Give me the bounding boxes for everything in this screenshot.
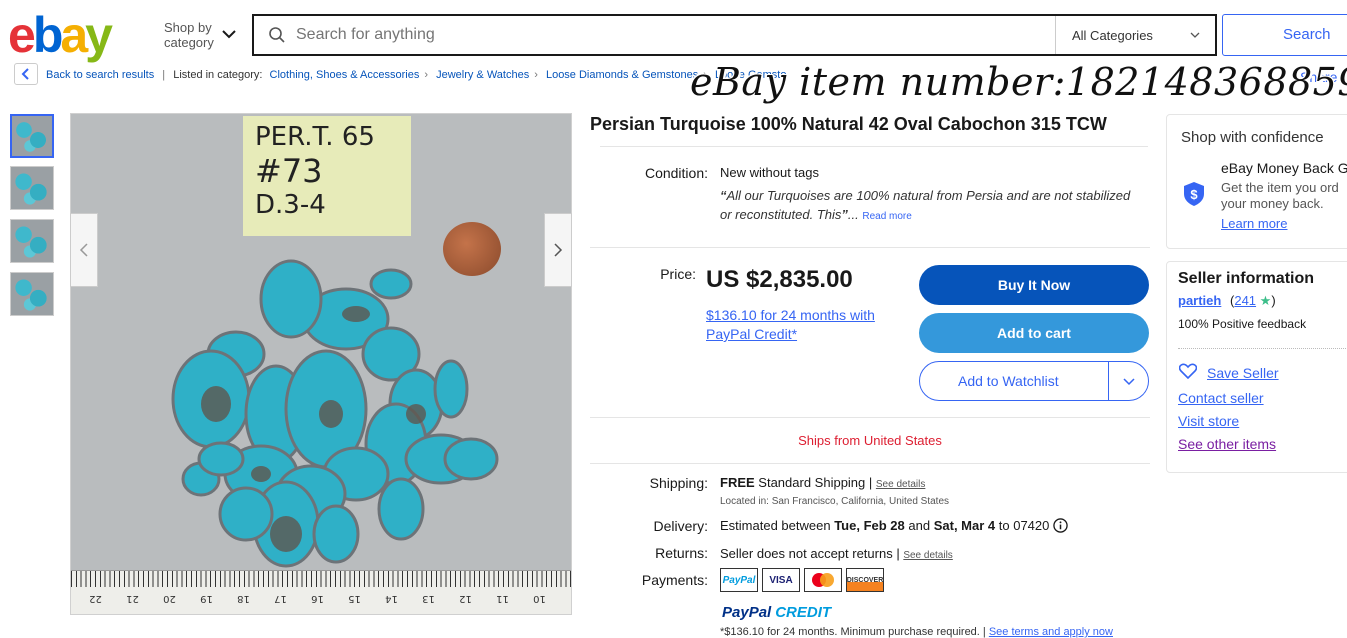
chevron-down-icon	[1190, 32, 1200, 38]
shop-with-confidence-panel: Shop with confidence $ eBay Money Back G…	[1166, 114, 1347, 249]
ruler-number: 14	[385, 593, 398, 604]
chevron-right-icon	[554, 243, 563, 257]
ruler-number: 12	[459, 593, 472, 604]
breadcrumb-item[interactable]: Clothing, Shoes & Accessories	[270, 69, 420, 81]
ruler-number: 17	[274, 593, 287, 604]
payment-methods: PayPal VISA DISCOVER	[720, 568, 884, 592]
breadcrumb-item[interactable]: Jewelry & Watches	[436, 69, 529, 81]
shield-icon: $	[1184, 182, 1204, 206]
chevron-left-icon	[21, 68, 29, 80]
learn-more-link[interactable]: Learn more	[1221, 216, 1287, 231]
prev-image-button[interactable]	[70, 213, 98, 287]
returns-label: Returns:	[655, 545, 708, 561]
shipping-value: FREE Standard Shipping | See details	[720, 475, 926, 490]
ships-from: Ships from United States	[798, 433, 942, 448]
shipping-see-details-link[interactable]: See details	[876, 479, 925, 490]
mastercard-icon	[804, 568, 842, 592]
discover-icon: DISCOVER	[846, 568, 884, 592]
feedback-score-link[interactable]: 241	[1234, 293, 1256, 308]
visit-store-link[interactable]: Visit store	[1178, 413, 1239, 429]
ruler-number: 19	[200, 593, 213, 604]
ruler-number: 10	[533, 593, 546, 604]
seller-name-link[interactable]: partieh	[1178, 293, 1221, 308]
positive-feedback: 100% Positive feedback	[1178, 317, 1307, 331]
see-terms-link[interactable]: See terms and apply now	[989, 626, 1113, 638]
add-to-watchlist-button[interactable]: Add to Watchlist	[919, 361, 1149, 401]
item-location: Located in: San Francisco, California, U…	[720, 496, 950, 507]
condition-label: Condition:	[644, 165, 708, 181]
see-other-items-link[interactable]: See other items	[1178, 436, 1276, 452]
heart-icon[interactable]	[1179, 363, 1197, 379]
seller-info-panel: Seller information partieh (241 ★) 100% …	[1166, 261, 1347, 473]
condition-value: New without tags	[720, 165, 819, 180]
category-select[interactable]: All Categories	[1055, 16, 1215, 54]
search-input[interactable]	[296, 26, 1066, 44]
ebay-logo[interactable]: ebay	[8, 10, 113, 60]
turquoise-stones	[171, 259, 499, 568]
returns-value: Seller does not accept returns | See det…	[720, 546, 953, 561]
shop-by-category[interactable]: Shop by category	[164, 20, 214, 50]
ruler-number: 15	[348, 593, 361, 604]
search-button[interactable]: Search	[1222, 14, 1347, 56]
next-image-button[interactable]	[544, 213, 572, 287]
back-to-search-link[interactable]: Back to search results	[46, 69, 154, 81]
paypal-credit-note: *$136.10 for 24 months. Minimum purchase…	[720, 626, 1113, 638]
save-seller-link[interactable]: Save Seller	[1207, 365, 1279, 381]
confidence-title: Shop with confidence	[1181, 129, 1324, 146]
contact-seller-link[interactable]: Contact seller	[1178, 390, 1264, 406]
ruler-number: 22	[89, 593, 102, 604]
read-more-link[interactable]: Read more	[862, 211, 911, 222]
seller-feedback-score: (241 ★)	[1230, 293, 1276, 308]
chevron-down-icon	[1122, 378, 1135, 386]
chevron-left-icon	[79, 243, 88, 257]
delivery-value: Estimated between Tue, Feb 28 and Sat, M…	[720, 518, 1068, 533]
ruler-number: 20	[163, 593, 176, 604]
money-back-desc: Get the item you ord your money back.	[1221, 180, 1339, 211]
price-label: Price:	[660, 266, 696, 282]
buy-it-now-button[interactable]: Buy It Now	[919, 265, 1149, 305]
search-bar: All Categories	[252, 14, 1217, 56]
watchlist-dropdown[interactable]	[1108, 362, 1148, 400]
info-icon[interactable]	[1053, 518, 1068, 533]
seller-info-title: Seller information	[1178, 270, 1315, 287]
visa-icon: VISA	[762, 568, 800, 592]
add-to-cart-button[interactable]: Add to cart	[919, 313, 1149, 353]
thumbnail[interactable]	[10, 114, 54, 158]
thumbnail[interactable]	[10, 219, 54, 263]
search-icon	[269, 27, 285, 43]
shipping-label: Shipping:	[649, 475, 708, 491]
ruler-number: 18	[237, 593, 250, 604]
breadcrumb-item[interactable]: Loose Diamonds & Gemstones	[546, 69, 698, 81]
ruler-number: 11	[496, 593, 509, 604]
ruler-number: 21	[126, 593, 139, 604]
watermark-text: eBay item number:182148368859	[690, 60, 1347, 104]
svg-text:$: $	[1190, 187, 1198, 202]
paypal-icon: PayPal	[720, 568, 758, 592]
thumbnail[interactable]	[10, 166, 54, 210]
condition-description: “All our Turquoises are 100% natural fro…	[720, 188, 1131, 222]
product-image[interactable]: PER.T. 65 #73 D.3-4 22 21 20 19 18 17 16…	[70, 113, 572, 615]
breadcrumb: Back to search results | Listed in categ…	[46, 69, 787, 81]
paypal-credit-logo: PayPal CREDIT	[722, 604, 832, 621]
ruler-number: 16	[311, 593, 324, 604]
payments-label: Payments:	[641, 572, 708, 588]
ruler: 22 21 20 19 18 17 16 15 14 13 12 11 10	[71, 570, 571, 614]
returns-see-details-link[interactable]: See details	[903, 550, 952, 561]
money-back-title: eBay Money Back G	[1221, 160, 1347, 176]
delivery-label: Delivery:	[653, 518, 708, 534]
item-title: Persian Turquoise 100% Natural 42 Oval C…	[590, 114, 1107, 134]
paypal-credit-offer[interactable]: $136.10 for 24 months with PayPal Credit…	[706, 306, 906, 344]
chevron-down-icon[interactable]	[220, 25, 238, 43]
price: US $2,835.00	[706, 266, 853, 293]
ruler-number: 13	[422, 593, 435, 604]
thumbnail[interactable]	[10, 272, 54, 316]
back-button[interactable]	[14, 63, 38, 85]
star-icon: ★	[1259, 293, 1272, 308]
